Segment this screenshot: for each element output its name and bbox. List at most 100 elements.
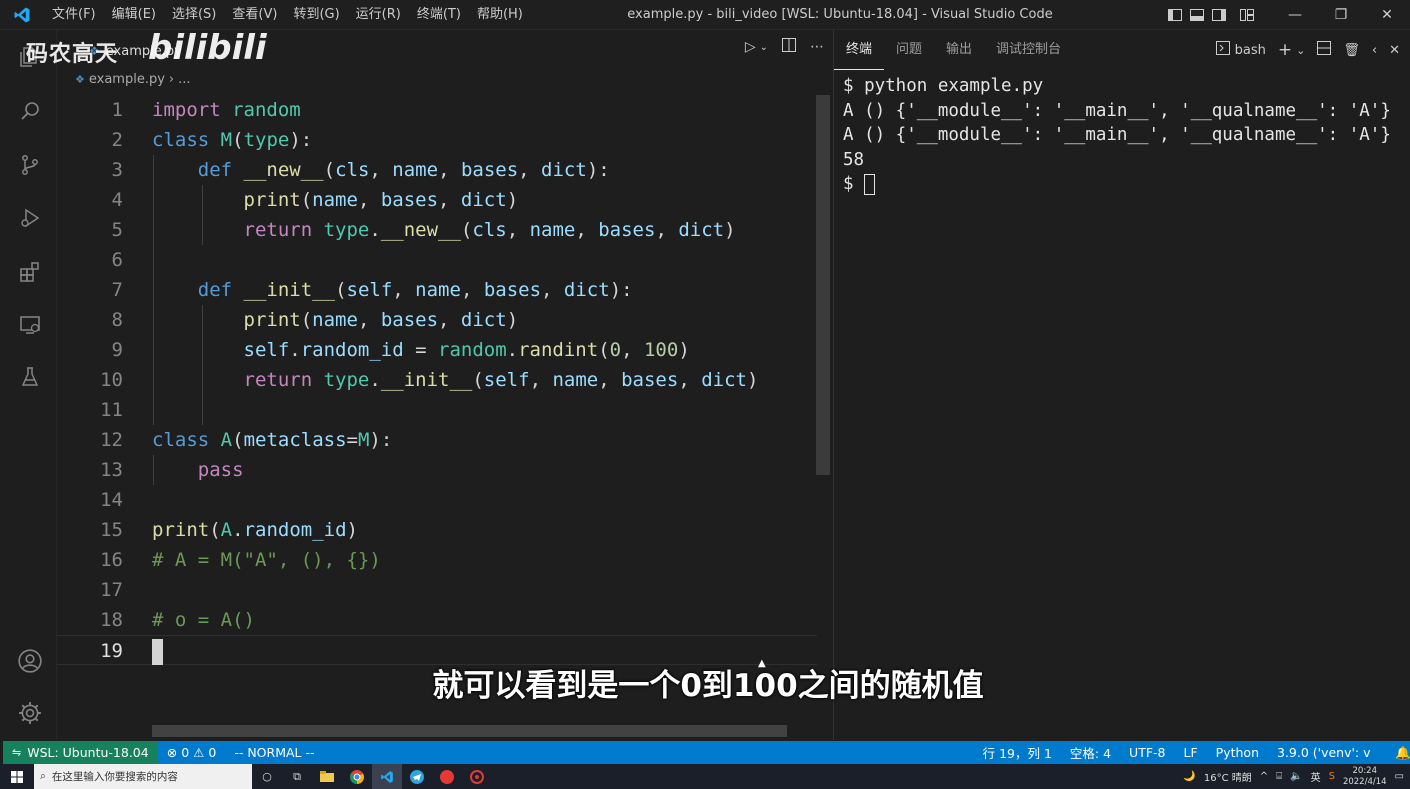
shell-name: bash — [1234, 42, 1266, 58]
tab-output[interactable]: 输出 — [934, 30, 984, 70]
menu-file[interactable]: 文件(F) — [44, 0, 104, 30]
clock[interactable]: 20:24 2022/4/14 — [1343, 766, 1387, 788]
menu-terminal[interactable]: 终端(T) — [409, 0, 469, 30]
terminal-line: A () {'__module__': '__main__', '__qualn… — [843, 125, 1391, 145]
breadcrumb: ❖ example.py › ... — [75, 72, 191, 87]
menu-selection[interactable]: 选择(S) — [164, 0, 224, 30]
line-number: 12 — [100, 429, 123, 451]
remote-indicator[interactable]: ⇋ WSL: Ubuntu-18.04 — [3, 741, 158, 764]
sogou-icon[interactable]: S — [1329, 771, 1335, 782]
launch-profile-chevron-icon[interactable]: ⌄ — [1296, 44, 1305, 57]
windows-start-icon[interactable] — [0, 764, 34, 789]
extensions-icon[interactable] — [3, 247, 57, 297]
bilibili-logo: bilibili — [148, 28, 267, 68]
code-line: 11 — [57, 395, 817, 425]
toggle-sidebar-icon[interactable] — [1164, 0, 1186, 30]
encoding[interactable]: UTF-8 — [1120, 745, 1174, 760]
terminal-prompt: $ — [843, 174, 865, 194]
editor-horizontal-scrollbar[interactable] — [152, 725, 787, 737]
terminal-cursor — [864, 173, 876, 195]
system-tray: 🌙 16°C 晴朗 ^ ⌸ 🔈 英 S 20:24 2022/4/14 ▭ — [1183, 764, 1404, 789]
terminal-line: 58 — [843, 149, 865, 170]
taskbar-search-box[interactable]: ⌕ 在这里输入你要搜索的内容 — [34, 764, 252, 789]
restore-button[interactable]: ❐ — [1318, 0, 1364, 30]
code-line: 7 def __init__(self, name, bases, dict): — [57, 275, 817, 305]
tab-terminal[interactable]: 终端 — [834, 30, 885, 70]
kill-terminal-trash-icon[interactable]: 🗑 — [1343, 43, 1360, 58]
code-line: 12 class A(metaclass=M): — [57, 425, 817, 455]
vscode-taskbar-icon[interactable] — [372, 764, 402, 789]
line-number: 2 — [111, 129, 123, 151]
language-mode[interactable]: Python — [1207, 745, 1268, 760]
menu-help[interactable]: 帮助(H) — [469, 0, 531, 30]
weather-text[interactable]: 16°C 晴朗 — [1204, 769, 1252, 784]
testing-icon[interactable] — [3, 352, 57, 402]
terminal-output[interactable]: $ python example.py A () {'__module__': '… — [843, 74, 1391, 197]
python-interpreter[interactable]: 3.9.0 ('venv': v — [1268, 745, 1386, 760]
run-dropdown-chevron-icon[interactable]: ⌄ — [760, 42, 768, 53]
more-actions-icon[interactable]: ⋯ — [810, 39, 824, 55]
code-line: 5 return type.__new__(cls, name, bases, … — [57, 215, 817, 245]
error-count: 0 — [181, 745, 190, 760]
editor-group: ❖ example.py ▷ ⌄ ⋯ ❖ example.py › ... 1i… — [57, 30, 832, 740]
split-terminal-icon[interactable] — [1317, 41, 1332, 59]
menu-run[interactable]: 运行(R) — [348, 0, 409, 30]
chevron-left-icon[interactable]: ‹ — [1372, 43, 1377, 58]
code-line: 16 # A = M("A", (), {}) — [57, 545, 817, 575]
notification-center-icon[interactable]: ▭ — [1395, 771, 1404, 782]
app-red-icon[interactable] — [432, 764, 462, 789]
tab-problems[interactable]: 问题 — [884, 30, 934, 70]
notifications-bell-icon[interactable]: 🔔 — [1386, 745, 1410, 761]
moon-weather-icon: 🌙 — [1183, 771, 1196, 782]
close-window-button[interactable]: ✕ — [1364, 0, 1410, 30]
cursor-position[interactable]: 行 19，列 1 — [974, 743, 1061, 762]
new-terminal-plus-icon[interactable]: + — [1278, 40, 1292, 60]
run-debug-icon[interactable] — [3, 193, 57, 243]
line-number: 9 — [111, 339, 123, 361]
indentation[interactable]: 空格: 4 — [1061, 743, 1120, 762]
terminal-shell-selector[interactable]: bash — [1215, 41, 1266, 59]
code-line: 14 — [57, 485, 817, 515]
terminal-line: A () {'__module__': '__main__', '__qualn… — [843, 100, 1391, 121]
line-number: 4 — [111, 189, 123, 211]
close-panel-icon[interactable]: ✕ — [1389, 43, 1400, 58]
line-number: 1 — [111, 99, 123, 121]
editor-vertical-scrollbar[interactable] — [816, 95, 830, 475]
network-icon[interactable]: ⌸ — [1276, 771, 1282, 782]
tab-debug-console[interactable]: 调试控制台 — [984, 30, 1073, 70]
minimize-button[interactable]: — — [1272, 0, 1318, 30]
breadcrumb-file[interactable]: example.py — [89, 72, 165, 87]
clock-date: 2022/4/14 — [1342, 776, 1387, 787]
search-icon[interactable] — [3, 86, 57, 136]
ime-indicator[interactable]: 英 — [1311, 769, 1321, 784]
chrome-icon[interactable] — [342, 764, 372, 789]
line-number: 15 — [100, 519, 123, 541]
python-file-icon: ❖ — [75, 73, 85, 86]
tray-chevron-icon[interactable]: ^ — [1260, 771, 1268, 782]
app-recorder-icon[interactable] — [462, 764, 492, 789]
remote-explorer-icon[interactable] — [3, 300, 57, 350]
menu-view[interactable]: 查看(V) — [224, 0, 285, 30]
toggle-panel-icon[interactable] — [1186, 0, 1208, 30]
code-area[interactable]: 1 import random 2 class M(type): 3 def __n… — [57, 95, 817, 665]
menu-go[interactable]: 转到(G) — [285, 0, 347, 30]
customize-layout-icon[interactable] — [1236, 0, 1258, 30]
line-number: 13 — [100, 459, 123, 481]
telegram-icon[interactable] — [402, 764, 432, 789]
status-bar: ⇋ WSL: Ubuntu-18.04 ⊗ 0 ⚠ 0 -- NORMAL -- 行… — [3, 741, 1410, 764]
end-of-line[interactable]: LF — [1175, 745, 1207, 760]
source-control-icon[interactable] — [3, 140, 57, 190]
line-number: 5 — [111, 219, 123, 241]
split-editor-icon[interactable] — [782, 38, 796, 56]
line-number: 8 — [111, 309, 123, 331]
menu-edit[interactable]: 编辑(E) — [104, 0, 164, 30]
file-explorer-icon[interactable] — [312, 764, 342, 789]
run-file-icon[interactable]: ▷ — [745, 39, 756, 55]
breadcrumb-more[interactable]: ... — [178, 72, 190, 87]
task-view-icon[interactable]: ⧉ — [282, 764, 312, 789]
toggle-secondary-sidebar-icon[interactable] — [1208, 0, 1230, 30]
problems-indicator[interactable]: ⊗ 0 ⚠ 0 — [158, 745, 226, 760]
video-subtitle: 就可以看到是一个0到100之间的随机值 — [432, 668, 984, 704]
volume-icon[interactable]: 🔈 — [1290, 771, 1302, 782]
cortana-circle-icon[interactable]: ○ — [252, 764, 282, 789]
